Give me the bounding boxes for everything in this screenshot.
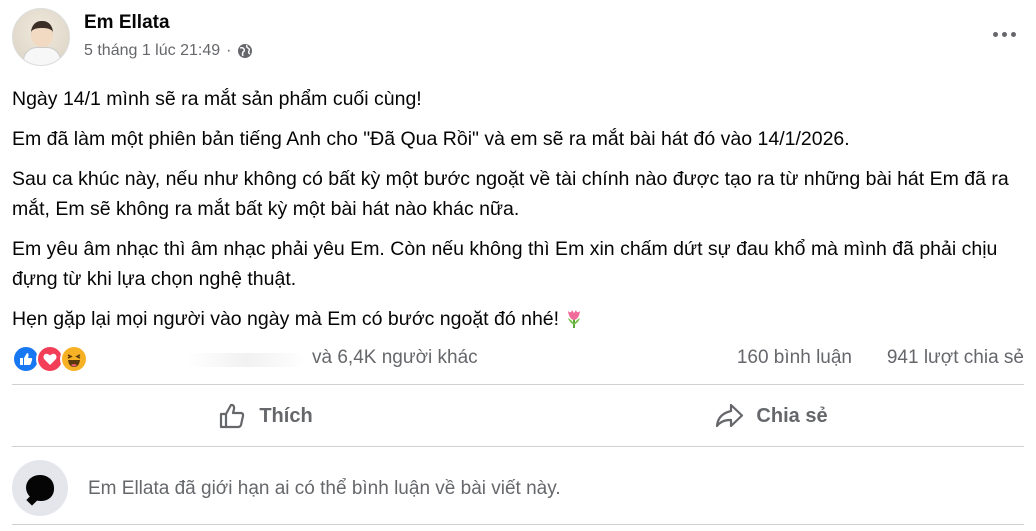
like-button[interactable]: Thích — [12, 386, 518, 446]
speech-bubble-icon — [12, 460, 68, 516]
post-content: Ngày 14/1 mình sẽ ra mắt sản phẩm cuối c… — [12, 84, 1022, 344]
haha-reaction-icon — [60, 345, 88, 373]
avatar[interactable] — [12, 8, 70, 66]
share-label: Chia sẻ — [756, 404, 828, 427]
post-timestamp[interactable]: 5 tháng 1 lúc 21:49 — [84, 42, 220, 60]
post-paragraph: Hẹn gặp lại mọi người vào ngày mà Em có … — [12, 308, 560, 330]
restriction-text: Em Ellata đã giới hạn ai có thể bình luậ… — [88, 478, 561, 499]
divider — [12, 446, 1024, 447]
divider — [12, 524, 1024, 525]
dot-icon — [992, 31, 998, 37]
shares-count[interactable]: 941 lượt chia sẻ — [887, 347, 1024, 369]
divider — [12, 384, 1024, 385]
post-meta: 5 tháng 1 lúc 21:49 · — [84, 42, 253, 60]
post-paragraph: Ngày 14/1 mình sẽ ra mắt sản phẩm cuối c… — [12, 88, 422, 110]
blurred-reactor-names — [187, 353, 307, 367]
post-paragraph: Em đã làm một phiên bản tiếng Anh cho "Đ… — [12, 128, 850, 150]
meta-separator: · — [226, 42, 232, 59]
comments-count[interactable]: 160 bình luận — [737, 347, 852, 369]
post-paragraph: Em yêu âm nhạc thì âm nhạc phải yêu Em. … — [12, 238, 998, 290]
share-icon — [716, 403, 744, 428]
post-header: Em Ellata 5 tháng 1 lúc 21:49 · — [12, 8, 1022, 68]
comment-restriction-notice: Em Ellata đã giới hạn ai có thể bình luậ… — [12, 458, 1024, 518]
globe-icon — [238, 44, 253, 58]
post-actions: Thích Chia sẻ — [12, 386, 1024, 446]
tulip-emoji-icon — [568, 310, 581, 328]
dot-icon — [1010, 31, 1016, 37]
post-paragraph: Sau ca khúc này, nếu như không có bất kỳ… — [12, 168, 1009, 220]
reactions-summary[interactable]: và 6,4K người khác — [312, 347, 478, 369]
thumbs-up-icon — [220, 403, 245, 429]
more-options-button[interactable] — [986, 20, 1022, 48]
like-label: Thích — [259, 404, 313, 427]
post-paragraph-last: Hẹn gặp lại mọi người vào ngày mà Em có … — [12, 304, 1022, 334]
facebook-post: Em Ellata 5 tháng 1 lúc 21:49 · Ngày 14/… — [0, 0, 1036, 531]
avatar-shirt — [23, 47, 61, 65]
author-name[interactable]: Em Ellata — [84, 12, 170, 34]
avatar-face — [31, 21, 53, 47]
post-stats: và 6,4K người khác 160 bình luận 941 lượ… — [12, 345, 1026, 375]
reaction-icons[interactable] — [12, 345, 88, 373]
dot-icon — [1001, 31, 1007, 37]
share-button[interactable]: Chia sẻ — [518, 386, 1024, 446]
